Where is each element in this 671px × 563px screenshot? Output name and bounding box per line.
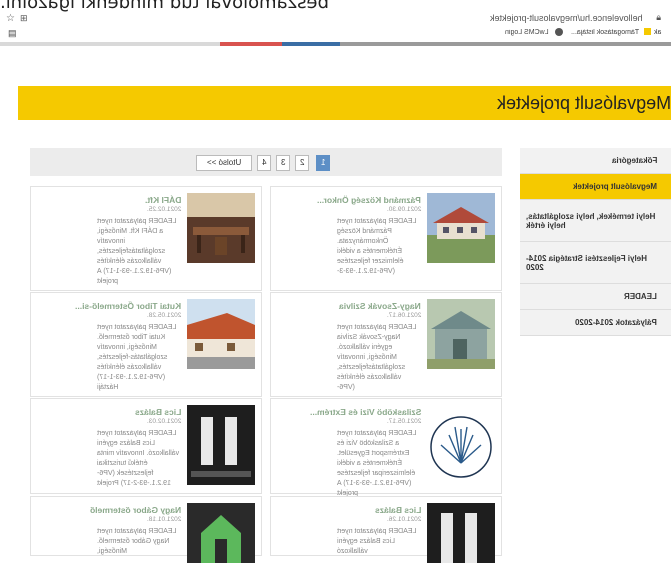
sidebar-item-hfs[interactable]: Helyi Fejlesztési Stratégia 2014-2020 [520,242,671,284]
card-title[interactable]: Pázmánd Község Önkor... [317,195,421,205]
sidebar-item-fokategoria[interactable]: Főkategória [520,148,671,174]
page-label: Utolsó >> [206,158,242,167]
category-sidebar: Főkategória Megvalósult projektek Helyi … [520,148,671,336]
page-3-button[interactable]: 3 [276,155,290,171]
sidebar-item-label: LEADER [624,292,657,301]
strip-segment [0,42,220,46]
project-card[interactable]: Lics Balázs 2021.01.26. LEADER pályázato… [270,496,502,563]
card-excerpt: LEADER pályázatot nyert Kutai Tibor őste… [97,324,177,391]
project-thumbnail[interactable] [187,299,255,369]
sidebar-item-label: Helyi termékek, helyi szolgáltatás, hely… [526,211,656,230]
card-date: 2021.02.25. [146,206,181,213]
last-page-button[interactable]: Utolsó >> [196,155,252,171]
sidebar-item-megvalosult[interactable]: Megvalósult projektek [520,174,671,200]
globe-icon [555,28,563,36]
card-excerpt: LEADER pályázatot nyert a Szilasköbö Viz… [337,430,417,497]
card-date: 2021.01.26. [386,516,421,523]
bookmarks-bar: ▤ ak Támogatások listája... LwCMS Login [0,26,671,43]
card-date: 2021.01.18. [146,516,181,523]
project-card[interactable]: Nagy-Zsovák Szilvia 2021.06.17. LEADER p… [270,292,502,397]
card-excerpt: LEADER pályázatot nyert a DÁFI Kft. Minő… [97,218,177,285]
sidebar-item-label: Főkategória [611,156,657,165]
card-title[interactable]: Lics Balázs [375,505,421,515]
folder-icon [644,28,651,35]
page-label: 3 [280,158,286,167]
card-excerpt: LEADER pályázatot nyert Nagy-Zsovák Szil… [337,324,417,391]
card-date: 2021.05.28. [146,312,181,319]
project-card[interactable]: Lics Balázs 2021.02.03. LEADER pályázato… [30,398,262,494]
card-date: 2021.09.30. [386,206,421,213]
sidebar-item-label: Helyi Fejlesztési Stratégia 2014-2020 [526,253,647,272]
project-thumbnail[interactable] [427,299,495,369]
card-date: 2021.05.17. [386,418,421,425]
card-title[interactable]: Lics Balázs [135,407,181,417]
sidebar-item-label: Megvalósult projektek [572,182,657,191]
bookmark-lwcms[interactable]: LwCMS Login [505,29,549,36]
sidebar-item-palyazatok[interactable]: Pályázatok 2014-2020 [520,310,671,336]
card-excerpt: LEADER pályázatot nyert Nagy Gábor őster… [97,528,177,555]
project-thumbnail[interactable] [187,503,255,563]
page-2-button[interactable]: 2 [295,155,309,171]
nav-color-strip [0,42,671,46]
project-thumbnail[interactable] [187,405,255,485]
project-card[interactable]: Szilasköbö Vizi és Extrém... 2021.05.17.… [270,398,502,497]
sidebar-item-leader[interactable]: LEADER [520,284,671,310]
card-title[interactable]: Szilasköbö Vizi és Extrém... [310,407,421,417]
apps-icon[interactable]: ▤ [8,28,17,39]
address-bar[interactable]: ☆ ⊞ hellovelence.hu/megvalosult-projekte… [0,12,671,26]
star-icon[interactable]: ☆ [6,13,15,24]
page-4-button[interactable]: 4 [257,155,271,171]
card-date: 2021.06.17. [386,312,421,319]
card-title[interactable]: Nagy-Zsovák Szilvia [339,301,421,311]
page-title-banner: Megvalósult projektek [18,86,671,120]
page-label: 4 [261,158,267,167]
strip-segment [340,42,671,46]
sidebar-item-helyi-termekek[interactable]: Helyi termékek, helyi szolgáltatás, hely… [520,200,671,242]
bookmark-tamogatasok[interactable]: Támogatások listája... [571,29,639,36]
card-excerpt: LEADER pályázatot nyert Lics Balázs egyé… [97,430,180,487]
project-thumbnail[interactable] [427,503,495,563]
strip-segment [220,42,282,46]
sidebar-item-label: Pályázatok 2014-2020 [575,318,657,327]
project-card[interactable]: Kutai Tibor Őstermelő-si... 2021.05.28. … [30,292,262,397]
url-text[interactable]: hellovelence.hu/megvalosult-projektek [490,13,643,23]
bookmark-overflow[interactable]: ak [654,29,661,36]
project-thumbnail[interactable] [427,193,495,263]
page-1-button[interactable]: 1 [316,155,330,171]
card-excerpt: LEADER pályázatot nyert Pázmánd Község Ö… [337,218,417,275]
pagination-bar: 1 2 3 4 Utolsó >> [30,148,502,176]
lock-icon: 🔒︎ [656,12,661,22]
project-card[interactable]: Nagy Gábor őstermelő 2021.01.18. LEADER … [30,496,262,563]
project-card[interactable]: DÁFI Kft. 2021.02.25. LEADER pályázatot … [30,186,262,291]
project-thumbnail[interactable] [427,405,495,485]
page-label: 2 [299,158,305,167]
card-date: 2021.02.03. [146,418,181,425]
page-label: 1 [320,158,326,167]
card-title[interactable]: DÁFI Kft. [145,195,181,205]
project-card[interactable]: Pázmánd Község Önkor... 2021.09.30. LEAD… [270,186,502,291]
page-title: Megvalósult projektek [496,93,671,113]
card-title[interactable]: Kutai Tibor Őstermelő-si... [75,301,181,311]
card-title[interactable]: Nagy Gábor őstermelő [90,505,181,515]
card-excerpt: LEADER pályázatot nyert Lics Balázs egyé… [337,528,417,555]
strip-segment [282,42,340,46]
extension-icon[interactable]: ⊞ [20,13,28,24]
project-thumbnail[interactable] [187,193,255,263]
